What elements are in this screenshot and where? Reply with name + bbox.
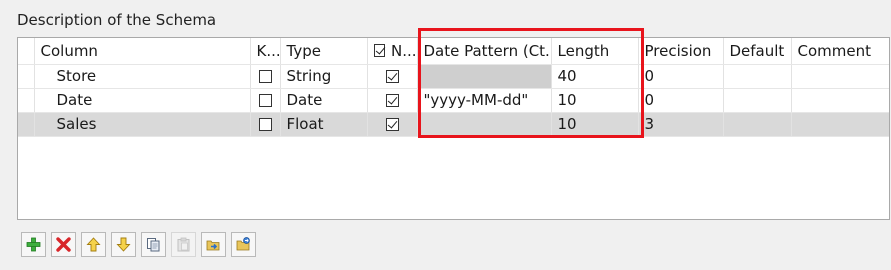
nullable-checkbox[interactable] — [385, 94, 399, 107]
arrow-down-icon — [116, 237, 131, 252]
cell-column[interactable]: Sales — [34, 112, 251, 137]
column-header-key[interactable]: K... — [250, 38, 281, 65]
paste-icon — [177, 237, 190, 252]
cell-length[interactable]: 40 — [551, 64, 639, 89]
import-button[interactable] — [201, 232, 226, 257]
export-button[interactable] — [231, 232, 256, 257]
cell-default[interactable] — [723, 112, 792, 137]
key-checkbox[interactable] — [258, 94, 272, 107]
cell-key[interactable] — [250, 112, 281, 137]
cell-default[interactable] — [723, 88, 792, 113]
move-up-button[interactable] — [81, 232, 106, 257]
plus-icon — [26, 237, 41, 252]
row-header-cell — [18, 38, 35, 65]
remove-button[interactable] — [51, 232, 76, 257]
copy-icon — [147, 238, 160, 252]
column-header-precision[interactable]: Precision — [638, 38, 724, 65]
nullable-checkbox[interactable] — [385, 118, 399, 131]
cell-precision[interactable]: 0 — [638, 88, 724, 113]
cell-key[interactable] — [250, 88, 281, 113]
arrow-up-icon — [86, 237, 101, 252]
column-header-default[interactable]: Default — [723, 38, 792, 65]
cell-type[interactable]: String — [280, 64, 368, 89]
cell-nullable[interactable] — [367, 64, 418, 89]
key-checkbox[interactable] — [258, 70, 272, 83]
schema-table: Column K... Type N... Date Pattern (Ct..… — [18, 38, 889, 137]
table-row[interactable]: Store String 40 0 — [18, 64, 889, 89]
cell-date-pattern[interactable]: "yyyy-MM-dd" — [417, 88, 552, 113]
cell-type[interactable]: Date — [280, 88, 368, 113]
cell-date-pattern — [417, 64, 552, 89]
cell-length[interactable]: 10 — [551, 112, 639, 137]
cell-nullable[interactable] — [367, 112, 418, 137]
copy-button[interactable] — [141, 232, 166, 257]
column-header-date-pattern[interactable]: Date Pattern (Ct... — [417, 38, 552, 65]
cell-date-pattern[interactable] — [417, 112, 552, 137]
column-header-length[interactable]: Length — [551, 38, 639, 65]
key-checkbox[interactable] — [258, 118, 272, 131]
cell-comment[interactable] — [791, 112, 889, 137]
table-row-selected[interactable]: Sales Float 10 3 — [18, 112, 889, 137]
cell-comment[interactable] — [791, 88, 889, 113]
cell-column[interactable]: Date — [34, 88, 251, 113]
paste-button[interactable] — [171, 232, 196, 257]
schema-toolbar — [21, 232, 256, 257]
export-icon — [236, 237, 250, 251]
column-header-nullable[interactable]: N... — [367, 38, 418, 65]
table-header-row: Column K... Type N... Date Pattern (Ct..… — [18, 38, 889, 65]
import-icon — [206, 240, 220, 251]
delete-x-icon — [56, 237, 71, 252]
nullable-select-all-checkbox[interactable] — [373, 44, 385, 58]
cell-key[interactable] — [250, 64, 281, 89]
cell-precision[interactable]: 3 — [638, 112, 724, 137]
add-button[interactable] — [21, 232, 46, 257]
schema-description-title: Description of the Schema — [17, 11, 217, 29]
cell-type[interactable]: Float — [280, 112, 368, 137]
column-header-column[interactable]: Column — [34, 38, 251, 65]
column-header-type[interactable]: Type — [280, 38, 368, 65]
move-down-button[interactable] — [111, 232, 136, 257]
nullable-header-label: N... — [390, 41, 417, 60]
cell-comment[interactable] — [791, 64, 889, 89]
cell-default[interactable] — [723, 64, 792, 89]
cell-column[interactable]: Store — [34, 64, 251, 89]
nullable-checkbox[interactable] — [385, 70, 399, 83]
cell-length[interactable]: 10 — [551, 88, 639, 113]
cell-nullable[interactable] — [367, 88, 418, 113]
schema-table-container: Column K... Type N... Date Pattern (Ct..… — [17, 37, 890, 220]
cell-precision[interactable]: 0 — [638, 64, 724, 89]
table-row[interactable]: Date Date "yyyy-MM-dd" 10 0 — [18, 88, 889, 113]
column-header-comment[interactable]: Comment — [791, 38, 889, 65]
